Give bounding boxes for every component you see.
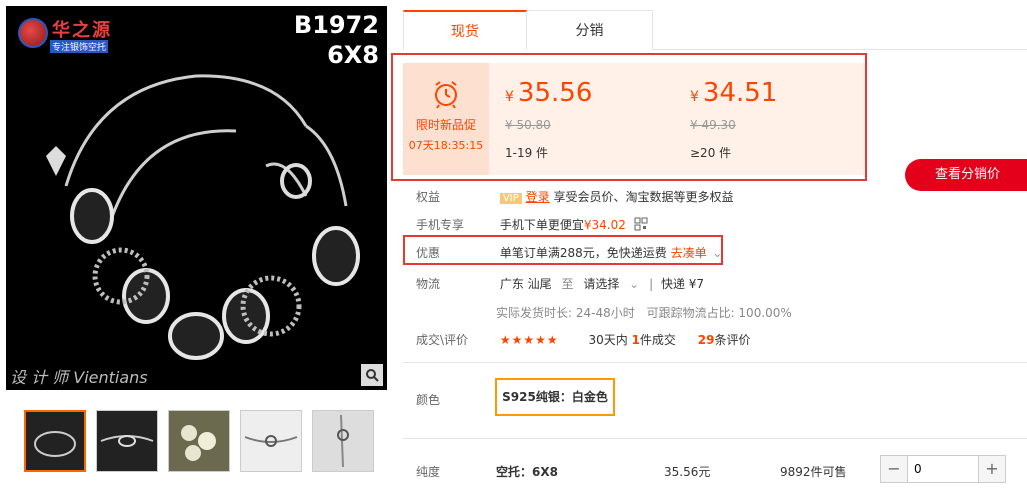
qr-code-icon[interactable] — [634, 217, 648, 234]
review-count-link[interactable]: 29 — [698, 333, 715, 347]
destination-select[interactable]: 请选择 — [583, 277, 619, 291]
thumbnail-2[interactable] — [96, 410, 158, 472]
product-main-image[interactable]: 华之源 专注银饰空托 B1972 6X8 设 计 师 Vientians — [6, 6, 387, 390]
promo-highlight-frame — [391, 53, 867, 181]
benefits-row: 权益 VIP 登录 享受会员价、淘宝数据等更多权益 — [416, 190, 734, 204]
watermark: 设 计 师 Vientians — [10, 368, 148, 387]
shipping-info: 实际发货时长: 24-48小时 可跟踪物流占比: 100.00% — [496, 306, 792, 320]
quantity-stepper: − + — [880, 455, 1006, 483]
chevron-down-icon[interactable]: ⌄ — [712, 246, 722, 260]
spec-stock: 9892件可售 — [780, 465, 847, 479]
zoom-icon[interactable] — [361, 364, 383, 386]
chevron-down-icon[interactable]: ⌄ — [629, 277, 639, 291]
decrease-button[interactable]: − — [881, 456, 907, 482]
thumbnail-strip — [24, 410, 374, 472]
view-distribution-price-button[interactable]: 查看分销价 — [905, 159, 1027, 191]
mobile-row: 手机专享 手机下单更便宜¥34.02 — [416, 216, 648, 234]
login-link[interactable]: 登录 — [526, 190, 550, 204]
spec-name: 空托：6X8 — [496, 465, 558, 479]
thumbnail-3[interactable] — [168, 410, 230, 472]
thumbnail-4[interactable] — [240, 410, 302, 472]
bracelet-illustration — [46, 74, 360, 360]
purchase-tabs: 现货 分销 — [403, 10, 1027, 50]
divider — [403, 362, 1027, 363]
coupon-row: 优惠 单笔订单满288元，免快递运费 去凑单 ⌄ — [416, 246, 723, 260]
color-option-white-gold[interactable]: S925纯银：白金色 — [495, 378, 615, 416]
spec-price: 35.56元 — [664, 465, 711, 479]
purity-row: 纯度 — [416, 465, 441, 479]
thumbnail-1[interactable] — [24, 410, 86, 472]
rating-stars: ★★★★★ — [499, 333, 559, 347]
go-combine-link[interactable]: 去凑单 — [671, 246, 707, 260]
tab-distribution[interactable]: 分销 — [527, 10, 653, 50]
mobile-price: ¥34.02 — [583, 218, 626, 232]
reviews-row: 成交\评价 ★★★★★ 30天内 1件成交 29条评价 — [416, 333, 751, 347]
quantity-input[interactable] — [907, 456, 979, 482]
divider — [403, 438, 1027, 439]
vip-badge: VIP — [499, 193, 522, 204]
color-label: 颜色 — [416, 393, 441, 407]
increase-button[interactable]: + — [979, 456, 1005, 482]
tab-spot[interactable]: 现货 — [403, 10, 527, 50]
thumbnail-5[interactable] — [312, 410, 374, 472]
logistics-row: 物流 广东 汕尾 至 请选择 ⌄ | 快递 ¥7 — [416, 277, 705, 291]
